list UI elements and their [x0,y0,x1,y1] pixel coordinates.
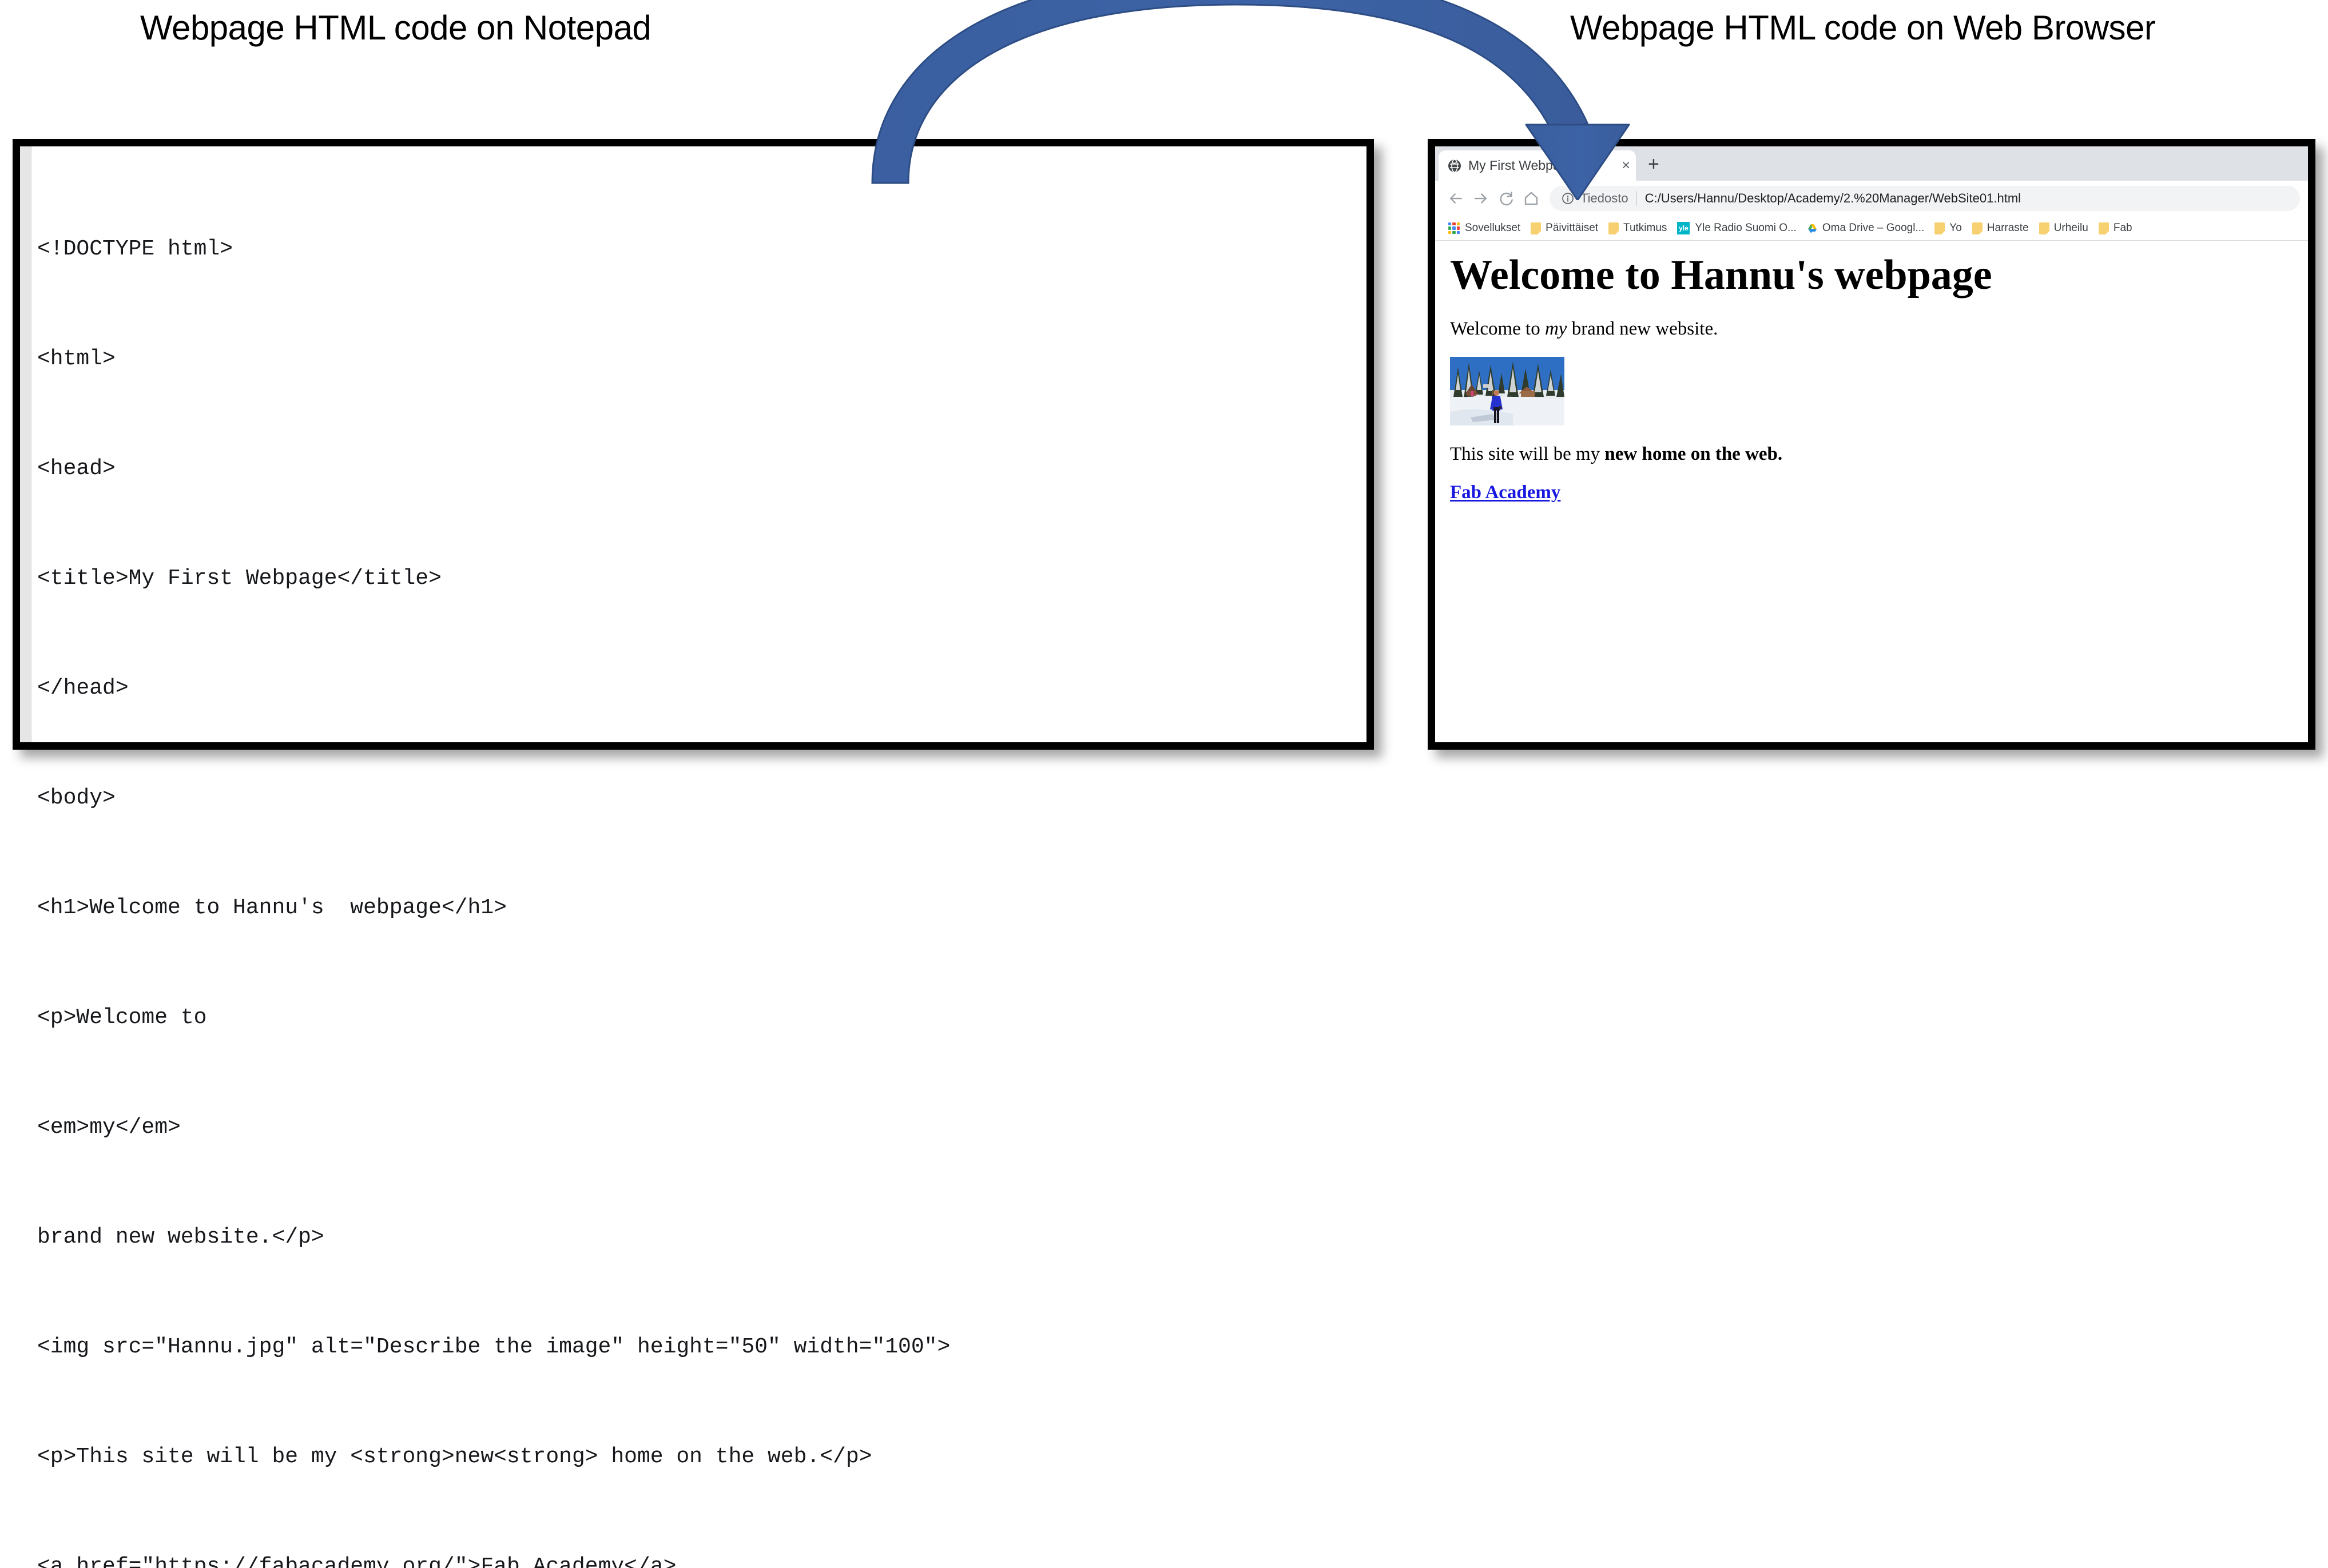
notepad-code-text[interactable]: <!DOCTYPE html> <html> <head> <title>My … [37,158,1361,1568]
reload-button[interactable] [1493,186,1519,211]
code-line: <p>Welcome to [37,1005,207,1030]
drive-icon [1807,224,1817,233]
bookmark-label: Yo [1949,222,1962,234]
code-anchor-prefix: <a href=" [37,1554,155,1568]
bookmark-yle-radio-suomi[interactable]: yle Yle Radio Suomi O... [1673,219,1800,237]
code-line: <head> [37,456,116,481]
code-line: <html> [37,347,116,371]
code-line: <p>This site will be my <strong>new<stro… [37,1444,872,1469]
page-paragraph-2: This site will be my new home on the web… [1450,443,2291,466]
bookmark-label: Oma Drive – Googl... [1822,222,1925,234]
paragraph2-strong: new home on the web. [1604,443,1783,464]
tab-title: My First Webpage [1468,158,1575,173]
reload-icon [1500,192,1513,206]
bookmark-label: Sovellukset [1465,222,1521,234]
home-icon [1524,192,1538,205]
code-line: <title>My First Webpage</title> [37,566,442,591]
bookmark-label: Tutkimus [1623,222,1667,234]
paragraph2-before: This site will be my [1450,443,1605,464]
folder-icon [1934,222,1945,234]
address-url-text[interactable]: C:/Users/Hannu/Desktop/Academy/2.%20Mana… [1645,191,2289,206]
tab-strip: My First Webpage × + [1435,146,2308,181]
code-anchor-url[interactable]: https://fabacademy.org/ [154,1554,455,1568]
code-line: <!DOCTYPE html> [37,237,233,261]
page-viewport: Welcome to Hannu's webpage Welcome to my… [1435,241,2308,742]
bookmark-label: Yle Radio Suomi O... [1695,222,1797,234]
bookmark-fab[interactable]: Fab [2095,219,2136,237]
tab-my-first-webpage[interactable]: My First Webpage × [1439,150,1636,181]
bookmark-paivittaiset[interactable]: Päivittäiset [1527,219,1602,237]
globe-icon [1448,158,1461,173]
bookmark-urheilu[interactable]: Urheilu [2035,219,2092,237]
browser-window: My First Webpage × + Tiedosto C:/Users/H… [1428,139,2315,750]
bookmark-harraste[interactable]: Harraste [1968,219,2033,237]
bookmark-yo[interactable]: Yo [1930,219,1966,237]
caption-browser: Webpage HTML code on Web Browser [1570,9,2156,47]
code-line: <h1>Welcome to Hannu's webpage</h1> [37,896,507,920]
address-scheme-label: Tiedosto [1580,191,1628,205]
close-icon[interactable]: × [1622,158,1630,173]
yle-icon: yle [1677,222,1690,234]
bookmark-label: Urheilu [2053,222,2088,234]
paragraph1-before: Welcome to [1450,318,1545,339]
code-line: <em>my</em> [37,1115,181,1140]
forward-button[interactable] [1468,186,1493,211]
folder-icon [1531,222,1542,234]
address-separator [1636,191,1637,206]
notepad-left-margin [20,146,31,742]
bookmark-oma-drive[interactable]: Oma Drive – Googl... [1803,219,1928,237]
page-title: Welcome to Hannu's webpage [1450,252,1992,299]
browser-toolbar: Tiedosto C:/Users/Hannu/Desktop/Academy/… [1435,181,2308,216]
page-paragraph-1: Welcome to my brand new website. [1450,317,2291,341]
arrow-left-icon [1450,193,1463,204]
bookmark-label: Päivittäiset [1546,222,1599,234]
page-image-hannu [1450,356,1564,425]
folder-icon [1972,222,1983,234]
address-bar[interactable]: Tiedosto C:/Users/Hannu/Desktop/Academy/… [1550,186,2300,211]
code-line-anchor: <a href="https://fabacademy.org/">Fab Ac… [37,1549,1361,1568]
apps-grid-icon [1448,222,1460,234]
bookmarks-bar: Sovellukset Päivittäiset Tutkimus yle Yl… [1435,216,2308,241]
arrow-right-icon [1474,193,1487,204]
bookmark-label: Fab [2113,222,2132,234]
bookmark-label: Harraste [1987,222,2029,234]
code-line: brand new website.</p> [37,1225,324,1249]
paragraph1-emphasis: my [1544,318,1567,339]
home-button[interactable] [1519,186,1544,211]
paragraph1-after: brand new website. [1567,318,1718,339]
bookmark-tutkimus[interactable]: Tutkimus [1604,219,1671,237]
code-line: <img src="Hannu.jpg" alt="Describe the i… [37,1335,951,1359]
info-circle-icon [1562,193,1574,204]
new-tab-button[interactable]: + [1648,154,1659,174]
code-line: </head> [37,676,129,701]
bookmark-sovellukset[interactable]: Sovellukset [1444,219,1524,237]
code-anchor-suffix: ">Fab Academy</a> [454,1554,677,1568]
folder-icon [2039,222,2049,234]
folder-icon [1608,222,1619,234]
caption-notepad: Webpage HTML code on Notepad [140,9,651,47]
code-line: <body> [37,786,116,810]
back-button[interactable] [1443,186,1468,211]
folder-icon [2098,222,2109,234]
notepad-window: <!DOCTYPE html> <html> <head> <title>My … [13,139,1374,1568]
fab-academy-link[interactable]: Fab Academy [1450,482,1560,503]
